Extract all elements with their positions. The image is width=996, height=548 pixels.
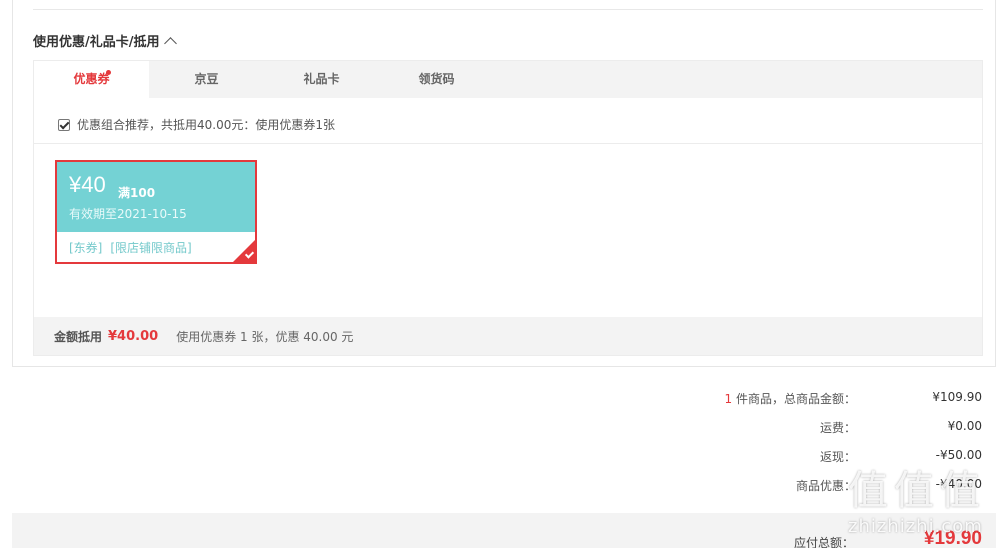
coupon-tag: [东券] bbox=[69, 241, 103, 255]
coupon-header: ¥40 满100 有效期至2021-10-15 bbox=[57, 162, 255, 232]
order-totals: 1 件商品，总商品金额： ¥109.90 运费： ¥0.00 返现： -¥50.… bbox=[682, 390, 982, 506]
discount-panel: 优惠券 京豆 礼品卡 领货码 优惠组合推荐，共抵用40.00元：使用优惠券1张 … bbox=[33, 60, 983, 356]
coupon-tag: [限店铺限商品] bbox=[110, 241, 192, 255]
discount-label: 商品优惠： bbox=[795, 479, 856, 493]
tab-gift-card[interactable]: 礼品卡 bbox=[264, 61, 379, 98]
recommend-combo: 优惠组合推荐，共抵用40.00元：使用优惠券1张 bbox=[58, 116, 335, 133]
coupon-tags: [东券] [限店铺限商品] bbox=[69, 239, 200, 256]
total-row-items: 1 件商品，总商品金额： ¥109.90 bbox=[682, 390, 982, 419]
tab-coupons[interactable]: 优惠券 bbox=[34, 61, 149, 98]
tab-gift-card-label: 礼品卡 bbox=[303, 72, 340, 86]
tab-pickup-code-label: 领货码 bbox=[418, 72, 455, 86]
recommend-checkbox[interactable] bbox=[58, 118, 70, 131]
discount-summary-bar: 金额抵用 ¥40.00 使用优惠券 1 张，优惠 40.00 元 bbox=[34, 317, 982, 355]
recommend-text: 优惠组合推荐，共抵用40.00元：使用优惠券1张 bbox=[77, 118, 335, 132]
coupon-amount: ¥40 bbox=[69, 172, 106, 197]
cashback-label: 返现： bbox=[819, 450, 856, 464]
total-row-shipping: 运费： ¥0.00 bbox=[682, 419, 982, 448]
top-divider bbox=[33, 9, 983, 10]
coupon-card[interactable]: ¥40 满100 有效期至2021-10-15 [东券] [限店铺限商品] bbox=[55, 160, 257, 264]
discount-section-toggle[interactable]: 使用优惠/礼品卡/抵用 bbox=[33, 31, 177, 50]
summary-amount: ¥40.00 bbox=[108, 328, 159, 344]
items-total-value: ¥109.90 bbox=[932, 390, 982, 404]
shipping-value: ¥0.00 bbox=[947, 419, 982, 433]
shipping-label: 运费： bbox=[819, 421, 856, 435]
tab-jingdou[interactable]: 京豆 bbox=[149, 61, 264, 98]
discount-value: -¥40.00 bbox=[935, 477, 982, 491]
summary-detail: 使用优惠券 1 张，优惠 40.00 元 bbox=[176, 329, 354, 344]
tab-coupons-label: 优惠券 bbox=[73, 72, 110, 86]
items-total-label: 1 件商品，总商品金额： bbox=[725, 390, 856, 407]
total-row-discount: 商品优惠： -¥40.00 bbox=[682, 477, 982, 506]
items-label-text: 件商品，总商品金额： bbox=[732, 392, 856, 406]
coupon-limit: 满100 bbox=[118, 186, 156, 200]
cashback-value: -¥50.00 bbox=[935, 448, 982, 462]
payable-amount: ¥19.90 bbox=[923, 528, 982, 548]
discount-tabbar: 优惠券 京豆 礼品卡 领货码 bbox=[34, 61, 982, 98]
chevron-up-icon bbox=[163, 36, 177, 50]
summary-label: 金额抵用 bbox=[54, 329, 103, 344]
total-row-cashback: 返现： -¥50.00 bbox=[682, 448, 982, 477]
coupon-validity: 有效期至2021-10-15 bbox=[69, 207, 187, 221]
panel-divider bbox=[34, 143, 982, 144]
payable-label: 应付总额： bbox=[793, 536, 854, 548]
notification-dot-icon bbox=[106, 70, 111, 75]
tab-jingdou-label: 京豆 bbox=[194, 72, 219, 86]
section-title: 使用优惠/礼品卡/抵用 bbox=[33, 35, 160, 50]
tab-pickup-code[interactable]: 领货码 bbox=[379, 61, 494, 98]
